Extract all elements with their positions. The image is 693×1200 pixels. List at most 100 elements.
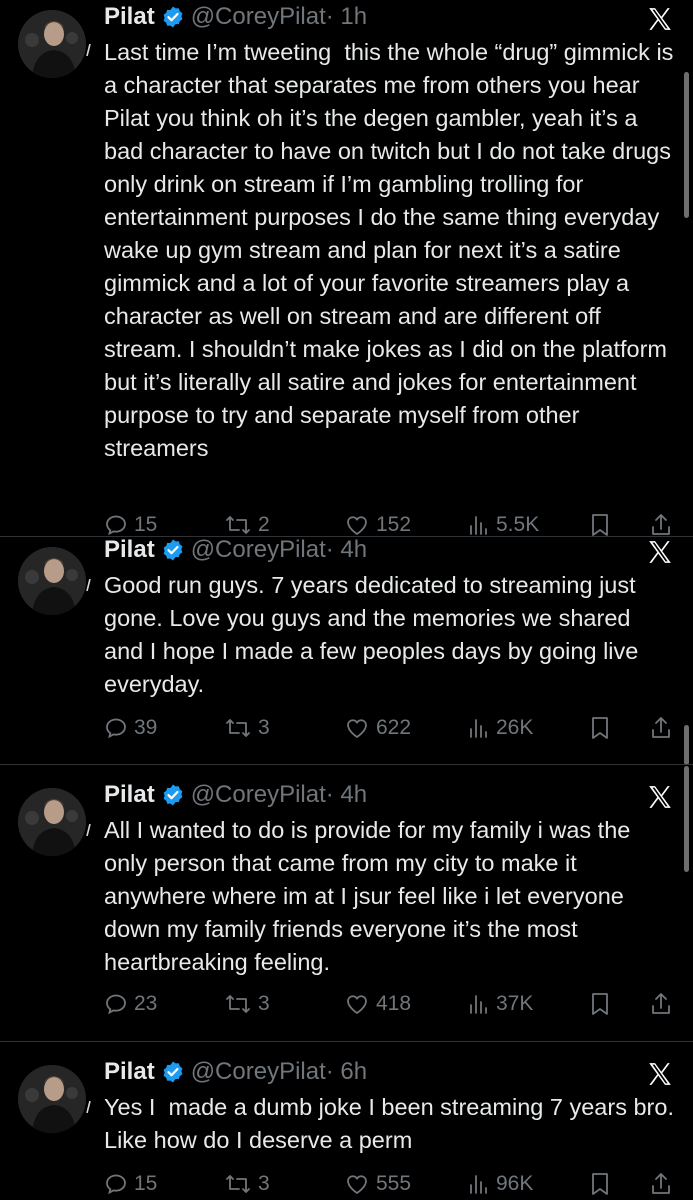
tweet-actions: 15 2 152 5.5K xyxy=(104,510,679,538)
bookmark-icon xyxy=(592,717,608,739)
handle[interactable]: @CoreyPilat xyxy=(191,1057,326,1087)
tweet-header: Pilat @CoreyPilat · 1h xyxy=(104,2,367,32)
tweet-card[interactable]: Pilat @CoreyPilat · 4h Good run guys. 7 … xyxy=(0,537,693,766)
bookmark-icon xyxy=(592,993,608,1015)
divider xyxy=(0,1041,693,1042)
repost-count: 2 xyxy=(258,513,270,536)
repost-button[interactable]: 3 xyxy=(224,1169,270,1199)
reply-icon xyxy=(106,1174,126,1195)
x-logo-icon xyxy=(649,1063,671,1085)
avatar[interactable] xyxy=(18,547,86,615)
share-icon xyxy=(652,717,670,738)
view-count: 37K xyxy=(496,992,534,1015)
heart-icon xyxy=(347,719,367,738)
display-name[interactable]: Pilat xyxy=(104,537,155,565)
views-icon xyxy=(470,1175,487,1194)
like-button[interactable]: 555 xyxy=(344,1169,411,1199)
views-button[interactable]: 37K xyxy=(468,989,533,1019)
views-button[interactable]: 26K xyxy=(468,713,533,743)
thread-marker-icon xyxy=(86,44,91,56)
share-icon xyxy=(652,514,670,535)
repost-icon xyxy=(226,719,250,737)
views-icon xyxy=(470,719,487,738)
x-logo-icon xyxy=(649,8,671,30)
like-count: 555 xyxy=(376,1172,412,1195)
tweet-text: Yes I made a dumb joke I been streaming … xyxy=(104,1094,681,1153)
share-button[interactable] xyxy=(649,1169,679,1199)
like-count: 418 xyxy=(376,992,412,1015)
repost-button[interactable]: 3 xyxy=(224,989,270,1019)
x-logo-icon xyxy=(649,786,671,808)
repost-icon xyxy=(226,1175,250,1193)
timestamp[interactable]: · 1h xyxy=(326,2,367,32)
display-name[interactable]: Pilat xyxy=(104,2,155,32)
bookmark-button[interactable] xyxy=(588,510,618,538)
heart-icon xyxy=(347,516,367,535)
like-button[interactable]: 152 xyxy=(344,510,411,538)
tweet-card[interactable]: Pilat @CoreyPilat · 6h Yes I made a dumb… xyxy=(0,1043,693,1200)
tweet-card[interactable]: Pilat @CoreyPilat · 4h All I wanted to d… xyxy=(0,766,693,1041)
x-logo-icon xyxy=(649,541,671,563)
handle[interactable]: @CoreyPilat xyxy=(191,780,326,810)
verified-badge-icon xyxy=(163,6,183,28)
views-icon xyxy=(470,995,487,1014)
tweet-text: Last time I’m tweeting this the whole “d… xyxy=(104,39,680,461)
tweet-text: Good run guys. 7 years dedicated to stre… xyxy=(104,572,645,697)
views-button[interactable]: 96K xyxy=(468,1169,533,1199)
view-count: 96K xyxy=(496,1172,534,1195)
reply-button[interactable]: 23 xyxy=(104,989,157,1019)
repost-count: 3 xyxy=(258,992,270,1015)
display-name[interactable]: Pilat xyxy=(104,780,155,810)
handle[interactable]: @CoreyPilat xyxy=(191,2,326,32)
avatar[interactable] xyxy=(18,788,86,856)
avatar[interactable] xyxy=(18,1065,86,1133)
reply-button[interactable]: 15 xyxy=(104,1169,157,1199)
repost-button[interactable]: 2 xyxy=(224,510,270,538)
view-count: 5.5K xyxy=(496,513,540,536)
tweet-card[interactable]: Pilat @CoreyPilat · 1h Last time I’m twe… xyxy=(0,0,693,538)
repost-count: 3 xyxy=(258,1172,270,1195)
share-button[interactable] xyxy=(649,989,679,1019)
avatar[interactable] xyxy=(18,10,86,78)
reply-count: 23 xyxy=(134,992,158,1015)
like-button[interactable]: 622 xyxy=(344,713,411,743)
display-name[interactable]: Pilat xyxy=(104,1057,155,1087)
bookmark-button[interactable] xyxy=(588,1169,618,1199)
profile-photo-icon xyxy=(18,10,86,78)
views-button[interactable]: 5.5K xyxy=(468,510,539,538)
bookmark-button[interactable] xyxy=(588,713,618,743)
tweet-header: Pilat @CoreyPilat · 4h xyxy=(104,780,367,810)
scrollbar[interactable] xyxy=(684,766,689,872)
tweet-header: Pilat @CoreyPilat · 6h xyxy=(104,1057,367,1087)
reply-button[interactable]: 15 xyxy=(104,510,157,538)
reply-count: 15 xyxy=(134,513,158,536)
reply-button[interactable]: 39 xyxy=(104,713,157,743)
timestamp[interactable]: · 4h xyxy=(326,780,367,810)
repost-icon xyxy=(226,516,250,534)
repost-button[interactable]: 3 xyxy=(224,713,270,743)
scrollbar[interactable] xyxy=(684,72,689,218)
reply-count: 39 xyxy=(134,716,158,739)
thread-marker-icon xyxy=(86,1101,91,1113)
bookmark-icon xyxy=(592,1173,608,1195)
repost-icon xyxy=(226,995,250,1013)
tweet-actions: 39 3 622 26K xyxy=(104,713,679,743)
profile-photo-icon xyxy=(18,547,86,615)
bookmark-button[interactable] xyxy=(588,989,618,1019)
like-button[interactable]: 418 xyxy=(344,989,411,1019)
handle[interactable]: @CoreyPilat xyxy=(191,537,326,565)
like-count: 152 xyxy=(376,513,412,536)
tweet-actions: 23 3 418 37K xyxy=(104,989,679,1019)
share-button[interactable] xyxy=(649,713,679,743)
share-button[interactable] xyxy=(649,510,679,538)
verified-badge-icon xyxy=(163,784,183,806)
verified-badge-icon xyxy=(163,539,183,561)
timestamp[interactable]: · 4h xyxy=(326,537,367,565)
heart-icon xyxy=(347,995,367,1014)
scrollbar[interactable] xyxy=(684,725,689,765)
like-count: 622 xyxy=(376,716,412,739)
timestamp[interactable]: · 6h xyxy=(326,1057,367,1087)
repost-count: 3 xyxy=(258,716,270,739)
thread-marker-icon xyxy=(86,579,91,591)
share-icon xyxy=(652,993,670,1014)
